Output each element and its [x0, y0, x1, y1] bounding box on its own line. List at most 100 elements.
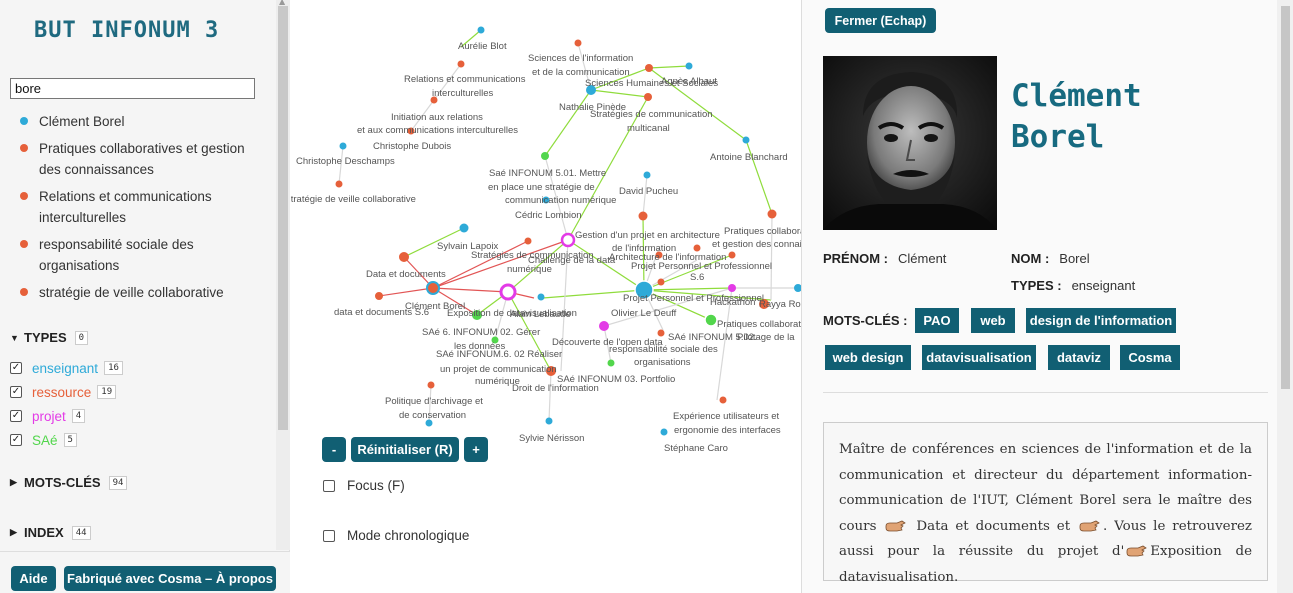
graph-node[interactable] [375, 292, 383, 300]
graph-node[interactable] [728, 251, 736, 259]
graph-node[interactable] [660, 428, 668, 436]
close-record-button[interactable]: Fermer (Echap) [825, 8, 936, 33]
graph-node[interactable] [335, 180, 343, 188]
sidebar-scrollbar[interactable]: ▲ [276, 0, 290, 550]
caret-right-icon: ▶ [10, 477, 17, 487]
search-result-item[interactable]: Relations et communications interculture… [18, 186, 263, 228]
keyword-tag[interactable]: web [971, 308, 1015, 333]
graph-node[interactable] [645, 64, 653, 72]
graph-link [548, 370, 552, 422]
graph-node-label: interculturelles [432, 88, 493, 99]
graph-node[interactable] [794, 284, 801, 292]
keyword-tag[interactable]: PAO [915, 308, 959, 333]
graph-node-label: Expérience utilisateurs et [673, 411, 779, 422]
types-field: TYPES : enseignant [1011, 278, 1135, 293]
focus-option[interactable]: Focus (F) [323, 478, 405, 493]
chrono-mode-checkbox[interactable] [323, 529, 335, 542]
type-filter-projet[interactable]: ✓ projet 4 [10, 404, 123, 428]
keywords-label: MOTS-CLÉS : [823, 313, 908, 328]
graph-node[interactable] [685, 62, 693, 70]
keyword-tag[interactable]: design de l'information [1026, 308, 1176, 333]
search-result-item[interactable]: Clément Borel [18, 111, 263, 132]
graph-node[interactable] [728, 284, 736, 292]
zoom-in-button[interactable]: + [464, 437, 488, 462]
chrono-mode-option[interactable]: Mode chronologique [323, 528, 469, 543]
search-result-item[interactable]: responsabilité sociale des organisations [18, 234, 263, 276]
graph-node-label: Relations et communications [404, 74, 526, 85]
pointing-hand-icon[interactable] [1079, 520, 1101, 533]
graph-node-label: Data et documents [366, 269, 446, 280]
graph-node-label: Antoine Blanchard [710, 152, 788, 163]
graph-node[interactable] [339, 142, 347, 150]
graph-node[interactable] [719, 396, 727, 404]
graph-node-label: Olivier Le Deuff [611, 308, 677, 319]
graph-node[interactable] [426, 281, 440, 295]
graph-node[interactable] [657, 329, 665, 337]
search-result-label: Pratiques collaboratives et gestion des … [39, 141, 245, 177]
lastname-key: NOM : [1011, 251, 1050, 266]
graph-node[interactable] [457, 60, 465, 68]
sidebar-footer: Aide Fabriqué avec Cosma – À propos [0, 551, 290, 593]
types-section-toggle[interactable]: ▼ TYPES 0 [10, 330, 89, 345]
graph-node[interactable] [399, 252, 409, 262]
keyword-tag[interactable]: datavisualisation [922, 345, 1036, 370]
type-checkbox[interactable]: ✓ [10, 410, 22, 422]
graph-node[interactable] [693, 244, 701, 252]
index-section-toggle[interactable]: ▶ INDEX 44 [10, 525, 91, 540]
graph-node[interactable] [767, 209, 777, 219]
graph-node[interactable] [643, 171, 651, 179]
search-result-item[interactable]: stratégie de veille collaborative [18, 282, 263, 303]
panel-scrollbar[interactable] [1277, 0, 1293, 593]
graph-node[interactable] [704, 313, 718, 327]
about-button[interactable]: Fabriqué avec Cosma – À propos [64, 566, 276, 591]
graph-node[interactable] [541, 152, 549, 160]
graph-node[interactable] [638, 211, 648, 221]
graph-node[interactable] [459, 223, 469, 233]
keywords-count-badge: 94 [108, 475, 128, 490]
graph-node[interactable] [644, 93, 652, 101]
types-key: TYPES : [1011, 278, 1062, 293]
type-filter-enseignant[interactable]: ✓ enseignant 16 [10, 356, 123, 380]
firstname-field: PRÉNOM : Clément [823, 251, 946, 266]
keywords-section-toggle[interactable]: ▶ MOTS-CLÉS 94 [10, 475, 128, 490]
keyword-tag[interactable]: dataviz [1048, 345, 1110, 370]
search-input[interactable] [10, 78, 255, 99]
graph-node[interactable] [524, 237, 532, 245]
graph-node[interactable] [607, 359, 615, 367]
sidebar-scrollbar-thumb[interactable] [278, 6, 288, 430]
type-count-badge: 19 [97, 385, 117, 399]
types-value: enseignant [1071, 278, 1136, 293]
type-filter-ressource[interactable]: ✓ ressource 19 [10, 380, 123, 404]
graph-node[interactable] [742, 136, 750, 144]
graph-node[interactable] [545, 417, 553, 425]
keyword-tag[interactable]: web design [825, 345, 911, 370]
graph-node[interactable] [599, 321, 609, 331]
graph-node[interactable] [560, 232, 576, 248]
graph-node[interactable] [537, 293, 545, 301]
graph-node-label: stratégie de veille collaborative [291, 194, 416, 205]
type-checkbox[interactable]: ✓ [10, 434, 22, 446]
type-filter-sae[interactable]: ✓ SAé 5 [10, 428, 123, 452]
knowledge-graph[interactable]: Aurélie Blot Sciences de l'information e… [291, 0, 801, 460]
graph-node[interactable] [574, 39, 582, 47]
type-label: ressource [32, 384, 92, 400]
graph-node-label: multicanal [627, 123, 670, 134]
reset-view-button[interactable]: Réinitialiser (R) [351, 437, 459, 462]
focus-checkbox[interactable] [323, 479, 335, 492]
graph-node[interactable] [477, 26, 485, 34]
graph-node[interactable] [427, 381, 435, 389]
graph-node[interactable] [499, 283, 517, 301]
graph-node[interactable] [657, 278, 665, 286]
graph-node-label: ergonomie des interfaces [674, 425, 781, 436]
panel-scrollbar-thumb[interactable] [1281, 6, 1290, 389]
type-checkbox[interactable]: ✓ [10, 386, 22, 398]
graph-node-label: Christophe Dubois [373, 141, 451, 152]
help-button[interactable]: Aide [11, 566, 56, 591]
keyword-tag[interactable]: Cosma [1120, 345, 1180, 370]
search-result-item[interactable]: Pratiques collaboratives et gestion des … [18, 138, 263, 180]
graph-node-label: Projet Personnel et Professionnel [631, 261, 772, 272]
type-checkbox[interactable]: ✓ [10, 362, 22, 374]
zoom-out-button[interactable]: - [322, 437, 346, 462]
description-link-data-documents[interactable]: Data et documents [916, 519, 1050, 534]
sidebar: BUT INFONUM 3 Clément Borel Pratiques co… [0, 0, 290, 593]
